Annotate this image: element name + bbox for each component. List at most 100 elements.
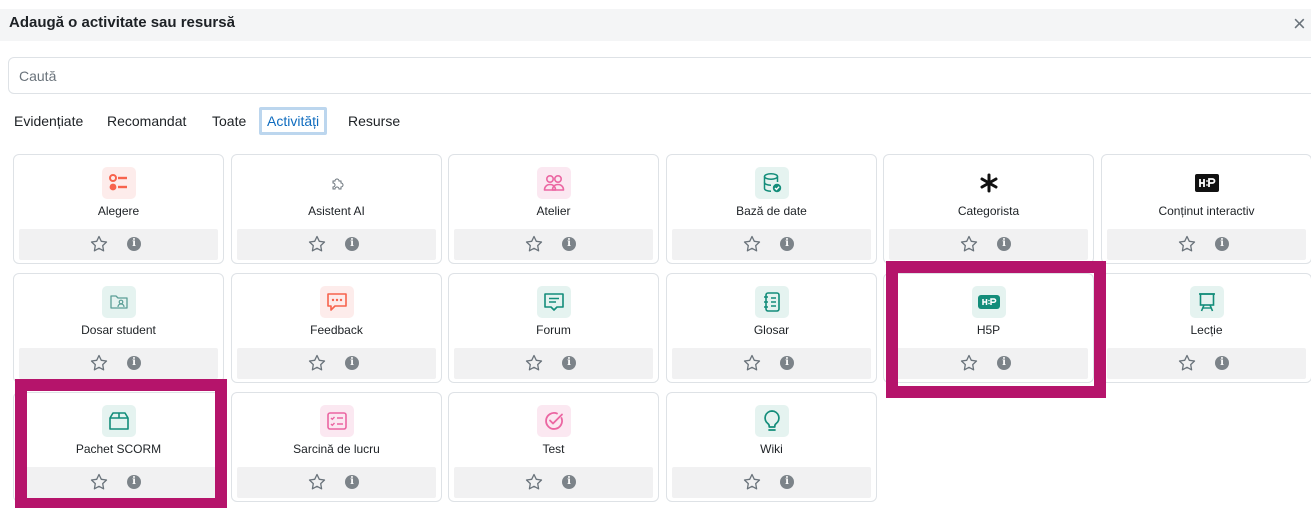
people-icon — [537, 167, 571, 199]
module-name: Conținut interactiv — [1158, 204, 1255, 218]
info-icon[interactable]: i — [345, 356, 359, 370]
star-icon[interactable] — [959, 353, 979, 373]
module-name: Forum — [536, 323, 571, 337]
chat-bubble-icon — [320, 286, 354, 318]
module-card-assignment[interactable]: Sarcină de lucru i — [231, 392, 442, 502]
lightbulb-icon — [755, 405, 789, 437]
info-icon[interactable]: i — [127, 237, 141, 251]
module-card-ai-assistant[interactable]: Asistent AI i — [231, 154, 442, 264]
info-icon[interactable]: i — [345, 475, 359, 489]
module-name: Feedback — [310, 323, 363, 337]
star-icon[interactable] — [89, 234, 109, 254]
module-card-database[interactable]: Bază de date i — [666, 154, 877, 264]
star-icon[interactable] — [524, 234, 544, 254]
module-name: H5P — [976, 323, 1001, 337]
module-card-choice[interactable]: Alegere i — [13, 154, 224, 264]
module-card-lesson[interactable]: Lecție i — [1101, 273, 1311, 383]
star-icon[interactable] — [742, 472, 762, 492]
info-icon[interactable]: i — [997, 237, 1011, 251]
info-icon[interactable]: i — [562, 475, 576, 489]
module-footer: i — [1107, 348, 1306, 379]
info-icon[interactable]: i — [127, 356, 141, 370]
module-name: Lecție — [1190, 323, 1223, 337]
database-icon — [755, 167, 789, 199]
module-footer: i — [1107, 229, 1306, 260]
modal-header: Adaugă o activitate sau resursă × — [0, 9, 1311, 41]
module-footer: i — [237, 229, 436, 260]
module-card-test[interactable]: Test i — [448, 392, 659, 502]
module-footer: i — [19, 229, 218, 260]
star-icon[interactable] — [524, 353, 544, 373]
module-footer: i — [237, 348, 436, 379]
star-icon[interactable] — [1177, 353, 1197, 373]
info-icon[interactable]: i — [345, 237, 359, 251]
star-icon[interactable] — [307, 234, 327, 254]
glossary-icon — [755, 286, 789, 318]
module-card-interactive-content[interactable]: Conținut interactiv i — [1101, 154, 1311, 264]
search-input[interactable] — [8, 57, 1311, 94]
module-name: Test — [542, 442, 565, 456]
module-name: Categorista — [957, 204, 1020, 218]
choice-icon — [102, 167, 136, 199]
lesson-easel-icon — [1190, 286, 1224, 318]
close-icon[interactable]: × — [1293, 12, 1306, 36]
modal-title: Adaugă o activitate sau resursă — [9, 14, 235, 31]
star-icon[interactable] — [1177, 234, 1197, 254]
info-icon[interactable]: i — [780, 356, 794, 370]
module-card-wiki[interactable]: Wiki i — [666, 392, 877, 502]
module-card-glossary[interactable]: Glosar i — [666, 273, 877, 383]
info-icon[interactable]: i — [562, 237, 576, 251]
module-footer: i — [672, 229, 871, 260]
quiz-check-icon — [537, 405, 571, 437]
module-card-student-folder[interactable]: Dosar student i — [13, 273, 224, 383]
package-box-icon — [102, 405, 136, 437]
tab-resources[interactable]: Resurse — [348, 107, 400, 135]
star-icon[interactable] — [89, 353, 109, 373]
module-card-scorm-package[interactable]: Pachet SCORM i — [13, 392, 224, 502]
module-name: Asistent AI — [308, 204, 365, 218]
module-name: Sarcină de lucru — [293, 442, 380, 456]
module-name: Atelier — [536, 204, 571, 218]
info-icon[interactable]: i — [562, 356, 576, 370]
asterisk-icon — [972, 167, 1006, 199]
star-icon[interactable] — [742, 353, 762, 373]
star-icon[interactable] — [742, 234, 762, 254]
module-card-workshop[interactable]: Atelier i — [448, 154, 659, 264]
info-icon[interactable]: i — [127, 475, 141, 489]
module-name: Pachet SCORM — [75, 442, 162, 456]
module-footer: i — [672, 467, 871, 498]
module-name: Bază de date — [736, 204, 807, 218]
module-card-feedback[interactable]: Feedback i — [231, 273, 442, 383]
module-name: Dosar student — [81, 323, 156, 337]
star-icon[interactable] — [89, 472, 109, 492]
module-footer: i — [19, 348, 218, 379]
module-card-forum[interactable]: Forum i — [448, 273, 659, 383]
module-name: Glosar — [753, 323, 790, 337]
star-icon[interactable] — [959, 234, 979, 254]
assignment-icon — [320, 405, 354, 437]
info-icon[interactable]: i — [1215, 237, 1229, 251]
module-footer: i — [672, 348, 871, 379]
info-icon[interactable]: i — [780, 475, 794, 489]
star-icon[interactable] — [307, 472, 327, 492]
h5p-logo-icon — [1190, 167, 1224, 199]
info-icon[interactable]: i — [1215, 356, 1229, 370]
star-icon[interactable] — [307, 353, 327, 373]
tab-recommended[interactable]: Recomandat — [107, 107, 186, 135]
info-icon[interactable]: i — [780, 237, 794, 251]
info-icon[interactable]: i — [997, 356, 1011, 370]
module-card-categorista[interactable]: Categorista i — [883, 154, 1094, 264]
module-footer: i — [19, 467, 218, 498]
puzzle-icon — [320, 167, 354, 199]
star-icon[interactable] — [524, 472, 544, 492]
tab-highlighted[interactable]: Evidențiate — [14, 107, 83, 135]
module-footer: i — [454, 229, 653, 260]
forum-icon — [537, 286, 571, 318]
student-folder-icon — [102, 286, 136, 318]
tab-activities[interactable]: Activități — [259, 107, 328, 135]
tab-all[interactable]: Toate — [212, 107, 246, 135]
module-footer: i — [889, 348, 1088, 379]
module-footer: i — [454, 467, 653, 498]
module-footer: i — [454, 348, 653, 379]
module-card-h5p[interactable]: H5P i — [883, 273, 1094, 383]
